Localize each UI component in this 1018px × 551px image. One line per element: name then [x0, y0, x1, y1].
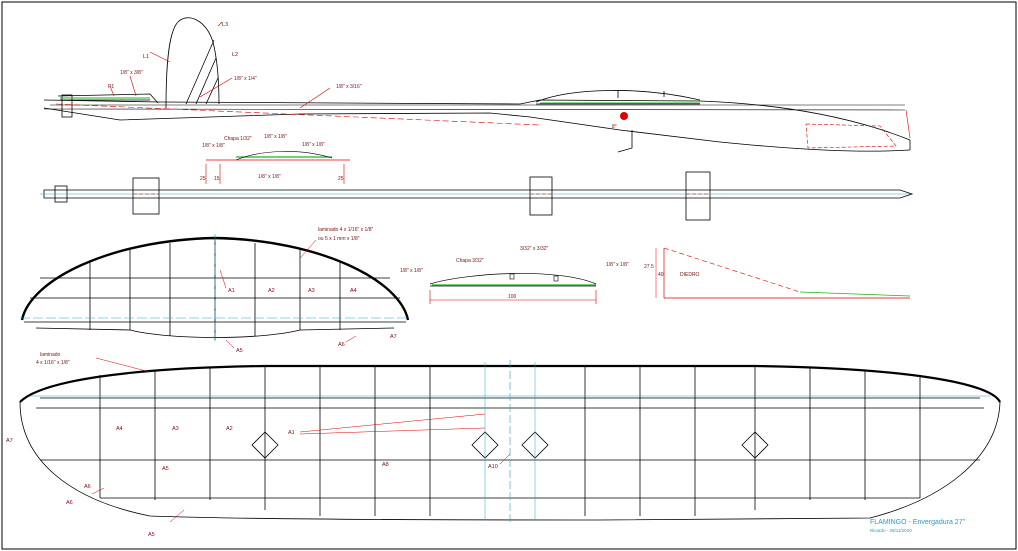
dihedral-label: DIEDRO	[680, 272, 700, 278]
wing-rib-a6: A6	[66, 500, 73, 506]
wing-spar-label: 3/32" x 3/32"	[520, 246, 549, 252]
wing-sheet-label: Chapa 3/32"	[456, 258, 484, 264]
wing-rib-a6b: A6	[84, 484, 91, 490]
stab-rib-a4: A4	[350, 288, 357, 294]
drawing-border	[1, 1, 1017, 550]
stab-callout: laminado 4 x 1/16" x 1/8"	[318, 227, 373, 233]
fin-wood-label: 1/8" x 1/4"	[234, 76, 257, 82]
wing-chord-label: 100	[508, 294, 517, 300]
fin-label-l2: L2	[232, 52, 238, 58]
fin-label-l1: L1	[143, 54, 149, 60]
stab-rib-a5: A5	[236, 348, 243, 354]
stab-dim-1: 25	[200, 176, 206, 182]
fin-label-l3: L3	[222, 22, 228, 28]
wing-le-label: 1/8" x 1/8"	[400, 268, 423, 274]
stab-spar2-label: 1/8" x 1/8"	[302, 142, 325, 148]
stab-rib-a7: A7	[390, 334, 397, 340]
wing-rib-a8: A8	[382, 462, 389, 468]
wing-rib-a1: A1	[288, 430, 295, 436]
stab-rib-a2: A2	[268, 288, 275, 294]
wing-callout: laminado	[40, 352, 61, 358]
drawing-title: FLAMINGO - Envergadura 27"	[870, 519, 966, 526]
wing-te-label: 1/8" x 1/8"	[606, 262, 629, 268]
wing-angle-label: 8°	[612, 124, 617, 130]
dihedral-height: 40	[658, 272, 664, 278]
stab-sheet-label: Chapa 1/32"	[224, 136, 252, 142]
cg-marker-icon	[620, 112, 628, 120]
stab-te-label: 1/8" x 1/8"	[258, 174, 281, 180]
wing-callout2: 4 x 1/16" x 1/8"	[36, 360, 70, 366]
wing-rib-a4: A4	[116, 426, 123, 432]
stab-rib-a3: A3	[308, 288, 315, 294]
plan-drawing: L3 L1 L2 1/8" x 1/4" 1/8" x 3/8" 1/8" x …	[1, 1, 1017, 550]
fuselage-wood-label: 1/8" x 3/16"	[336, 84, 362, 90]
wing-rib-a5b: A5	[148, 532, 155, 538]
wing-rib-a7: A7	[6, 438, 13, 444]
stab-dim-2: 15	[214, 176, 220, 182]
wing-rib-a5: A5	[162, 466, 169, 472]
stab-callout2: ou 5 x 1 mm x 1/8"	[318, 236, 360, 242]
dihedral-height2: 27.5	[644, 264, 654, 270]
stab-dim-3: 25	[338, 176, 344, 182]
stab-spar-label: 1/8" x 1/8"	[264, 134, 287, 140]
wing-rib-a3: A3	[172, 426, 179, 432]
stab-le-label: 1/8" x 1/8"	[202, 143, 225, 149]
nose-part-label: P1	[108, 84, 114, 90]
stab-mount-label: 1/8" x 3/8"	[120, 70, 143, 76]
stab-rib-a6: A6	[338, 342, 345, 348]
wing-rib-a2: A2	[226, 426, 233, 432]
stab-rib-a1: A1	[228, 288, 235, 294]
drawing-subtitle: Ricardo - 28/11/2020	[870, 528, 912, 533]
wing-rib-a10: A10	[488, 464, 498, 470]
